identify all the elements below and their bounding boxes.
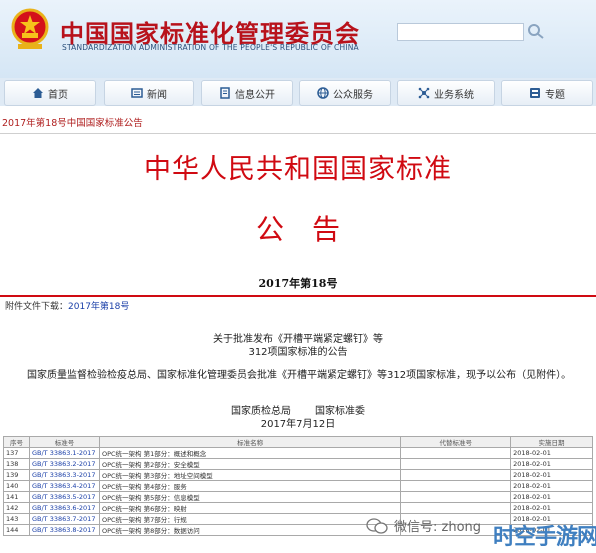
notice-title: 关于批准发布《开槽平端紧定螺钉》等 312项国家标准的公告 [0, 333, 596, 359]
attachment-line: 附件文件下载：2017年第18号 [5, 299, 129, 312]
row-no: 137 [3, 447, 30, 459]
nav-label: 信息公开 [235, 89, 275, 101]
signers-block: 国家质检总局 国家标准委 2017年7月12日 [0, 405, 596, 431]
effective-date: 2018-02-01 [510, 491, 593, 503]
search-input[interactable] [397, 23, 524, 41]
nav-item-business-system[interactable]: 业务系统 [397, 80, 495, 106]
col-header-no: 序号 [3, 436, 30, 448]
effective-date: 2018-02-01 [510, 480, 593, 492]
wechat-id: 微信号: zhong [394, 520, 482, 535]
signer-aqsiq: 国家质检总局 [231, 406, 291, 417]
col-header-name: 标准名称 [98, 436, 402, 448]
search-icon[interactable] [526, 22, 546, 40]
replaced-standard [400, 480, 512, 492]
standard-code-link[interactable]: GB/T 33863.8-2017 [28, 524, 100, 536]
replaced-standard [400, 469, 512, 481]
standard-name: OPC统一架构 第3部分：地址空间模型 [98, 469, 402, 481]
wechat-watermark: 微信号: zhong [366, 516, 481, 535]
nav-item-home[interactable]: 首页 [4, 80, 96, 106]
row-no: 144 [3, 524, 30, 536]
table-row: 139 GB/T 33863.3-2017 OPC统一架构 第3部分：地址空间模… [3, 469, 593, 481]
table-row: 140 GB/T 33863.4-2017 OPC统一架构 第4部分：服务 20… [3, 480, 593, 492]
red-divider [0, 295, 596, 297]
row-no: 141 [3, 491, 30, 503]
standard-name: OPC统一架构 第5部分：信息模型 [98, 491, 402, 503]
breadcrumb[interactable]: 2017年第18号中国国家标准公告 [2, 115, 143, 129]
effective-date: 2018-02-01 [510, 502, 593, 514]
nav-label: 公众服务 [333, 89, 373, 101]
effective-date: 2018-02-01 [510, 469, 593, 481]
effective-date: 2018-02-01 [510, 447, 593, 459]
globe-icon [317, 87, 329, 99]
page-title: 中华人民共和国国家标准 [144, 154, 452, 185]
standard-name: OPC统一架构 第8部分：数据访问 [98, 524, 402, 536]
nav-item-news[interactable]: 新闻 [104, 80, 194, 106]
news-icon [131, 88, 143, 98]
notice-title-line-2: 312项国家标准的公告 [248, 347, 348, 358]
table-row: 138 GB/T 33863.2-2017 OPC统一架构 第2部分：安全模型 … [3, 458, 593, 470]
standard-code-link[interactable]: GB/T 33863.7-2017 [28, 513, 100, 525]
table-row: 142 GB/T 33863.6-2017 OPC统一架构 第6部分：映射 20… [3, 502, 593, 514]
nav-label: 业务系统 [434, 89, 474, 101]
standard-code-link[interactable]: GB/T 33863.5-2017 [28, 491, 100, 503]
replaced-standard [400, 491, 512, 503]
replaced-standard [400, 447, 512, 459]
row-no: 142 [3, 502, 30, 514]
signature-date: 2017年7月12日 [260, 419, 336, 430]
row-no: 140 [3, 480, 30, 492]
attachment-link[interactable]: 2017年第18号 [68, 302, 129, 312]
effective-date: 2018-02-01 [510, 458, 593, 470]
standard-code-link[interactable]: GB/T 33863.4-2017 [28, 480, 100, 492]
standard-name: OPC统一架构 第4部分：服务 [98, 480, 402, 492]
standard-name: OPC统一架构 第1部分：概述和概念 [98, 447, 402, 459]
site-header: 中国国家标准化管理委员会 STANDARDIZATION ADMINISTRAT… [0, 0, 596, 78]
row-no: 139 [3, 469, 30, 481]
national-emblem-icon [11, 8, 49, 49]
standard-name: OPC统一架构 第2部分：安全模型 [98, 458, 402, 470]
col-header-date: 实施日期 [510, 436, 593, 448]
standard-code-link[interactable]: GB/T 33863.6-2017 [28, 502, 100, 514]
standard-name: OPC统一架构 第6部分：映射 [98, 502, 402, 514]
site-subtitle: STANDARDIZATION ADMINISTRATION OF THE PE… [62, 43, 359, 52]
col-header-replace: 代替标准号 [400, 436, 512, 448]
standard-code-link[interactable]: GB/T 33863.2-2017 [28, 458, 100, 470]
topic-icon [530, 88, 540, 98]
attachment-label: 附件文件下载： [5, 302, 69, 312]
breadcrumb-bar: 2017年第18号中国国家标准公告 [0, 113, 596, 134]
row-no: 138 [3, 458, 30, 470]
standard-code-link[interactable]: GB/T 33863.3-2017 [28, 469, 100, 481]
nav-label: 新闻 [147, 89, 167, 101]
standard-name: OPC统一架构 第7部分：行规 [98, 513, 402, 525]
site-watermark-logo: 时空手游网 [493, 525, 596, 550]
document-number: 2017年第18号 [258, 277, 338, 290]
notice-body: 国家质量监督检验检疫总局、国家标准化管理委员会批准《开槽平端紧定螺钉》等312项… [27, 370, 572, 381]
document-icon [220, 87, 230, 99]
nav-item-topics[interactable]: 专题 [501, 80, 593, 106]
table-row: 141 GB/T 33863.5-2017 OPC统一架构 第5部分：信息模型 … [3, 491, 593, 503]
nav-label: 专题 [545, 89, 565, 101]
network-icon [418, 87, 430, 99]
table-header-row: 序号 标准号 标准名称 代替标准号 实施日期 [3, 436, 593, 448]
nav-item-info-public[interactable]: 信息公开 [201, 80, 293, 106]
replaced-standard [400, 458, 512, 470]
signer-sac: 国家标准委 [315, 406, 365, 417]
standard-code-link[interactable]: GB/T 33863.1-2017 [28, 447, 100, 459]
main-nav: 首页 新闻 信息公开 公众服务 业务系统 专题 [0, 78, 596, 106]
notice-title-line-1: 关于批准发布《开槽平端紧定螺钉》等 [213, 334, 383, 345]
col-header-code: 标准号 [28, 436, 100, 448]
signers-line: 国家质检总局 国家标准委 [0, 405, 596, 418]
replaced-standard [400, 502, 512, 514]
nav-label: 首页 [48, 89, 68, 101]
wechat-icon [366, 517, 388, 534]
row-no: 143 [3, 513, 30, 525]
table-row: 137 GB/T 33863.1-2017 OPC统一架构 第1部分：概述和概念… [3, 447, 593, 459]
home-icon [33, 88, 43, 98]
nav-item-public-service[interactable]: 公众服务 [299, 80, 391, 106]
announcement-heading: 公告 [255, 213, 368, 246]
